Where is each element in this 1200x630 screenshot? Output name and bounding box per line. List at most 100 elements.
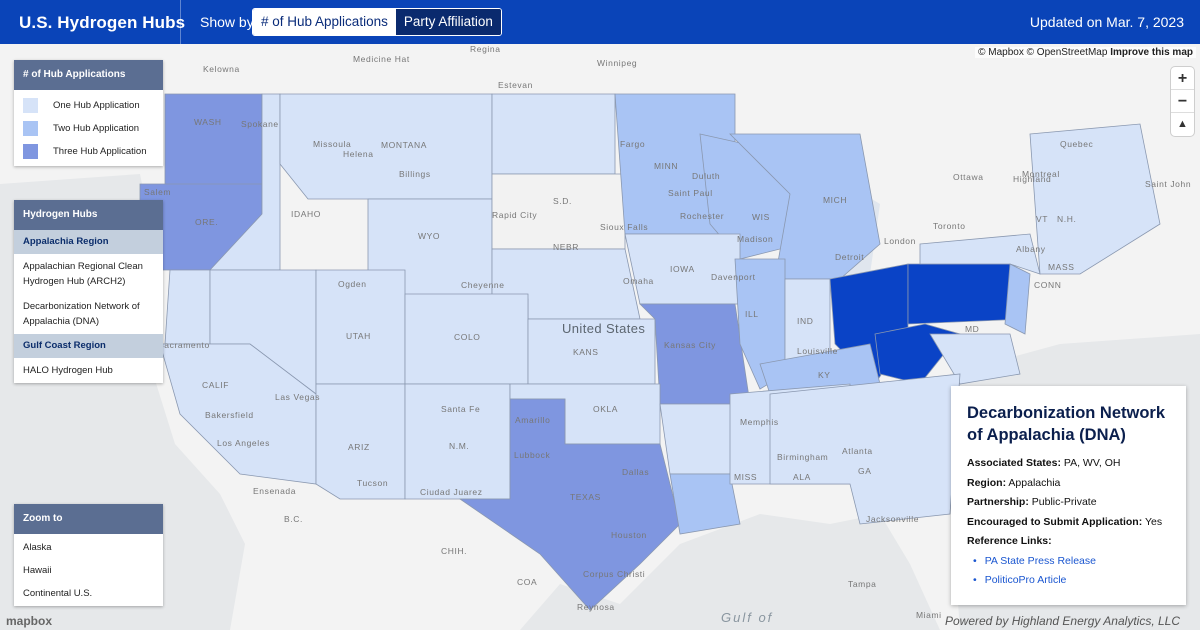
footer-credit: Powered by Highland Energy Analytics, LL…	[944, 614, 1180, 628]
partnership-label: Partnership:	[967, 496, 1029, 508]
politicopro-article-link[interactable]: PoliticoPro Article	[985, 574, 1067, 586]
region-gulf-coast: Gulf Coast Region	[14, 334, 163, 358]
states-label: Associated States:	[967, 457, 1061, 469]
label-mich: MICH	[823, 195, 848, 205]
label-billings: Billings	[399, 169, 431, 179]
osm-attribution-link[interactable]: © OpenStreetMap	[1027, 47, 1108, 58]
encouraged-value: Yes	[1144, 515, 1163, 528]
reference-links-list: PA State Press Release PoliticoPro Artic…	[967, 552, 1170, 591]
zoom-out-button[interactable]: −	[1171, 90, 1194, 113]
hubs-title: Hydrogen Hubs	[14, 200, 163, 230]
label-tucson: Tucson	[357, 478, 389, 488]
label-davenport: Davenport	[711, 272, 756, 282]
show-by-toggle: # of Hub Applications Party Affiliation	[252, 8, 502, 36]
label-minn: MINN	[654, 161, 679, 171]
label-idaho: IDAHO	[291, 209, 321, 219]
label-vt: VT	[1036, 214, 1049, 224]
zoom-to-continental[interactable]: Continental U.S.	[14, 582, 163, 605]
legend-title: # of Hub Applications	[14, 60, 163, 90]
label-santa-fe: Santa Fe	[441, 404, 481, 414]
label-miss: MISS	[734, 472, 758, 482]
legend-label-three: Three Hub Application	[53, 146, 147, 157]
hub-info-states: Associated States: PA, WV, OH	[967, 454, 1170, 474]
show-by-label: Show by	[200, 14, 254, 30]
label-montana: MONTANA	[381, 140, 428, 150]
pa-press-release-link[interactable]: PA State Press Release	[985, 555, 1096, 567]
label-birmingham: Birmingham	[777, 452, 829, 462]
label-kansas-city: Kansas City	[664, 340, 716, 350]
label-quebec: Quebec	[1060, 139, 1094, 149]
states-value: PA, WV, OH	[1063, 457, 1121, 469]
region-value: Appalachia	[1008, 476, 1061, 489]
label-ala: ALA	[793, 472, 811, 482]
encouraged-label: Encouraged to Submit Application:	[967, 515, 1143, 528]
label-iowa: IOWA	[670, 264, 695, 274]
hub-info-card: Decarbonization Network of Appalachia (D…	[951, 386, 1186, 605]
hubs-panel: Hydrogen Hubs Appalachia Region Appalach…	[14, 200, 163, 383]
state-wa	[164, 93, 263, 195]
header-divider	[180, 0, 181, 44]
label-ky: KY	[818, 370, 831, 380]
label-ottawa: Ottawa	[953, 172, 984, 182]
label-bakersfield: Bakersfield	[205, 410, 254, 420]
label-los-angeles: Los Angeles	[217, 438, 270, 448]
map-attribution: © Mapbox © OpenStreetMap Improve this ma…	[975, 47, 1196, 58]
label-madison: Madison	[737, 234, 774, 244]
partnership-value: Public-Private	[1031, 496, 1097, 508]
label-rochester: Rochester	[680, 211, 725, 221]
label-calif: CALIF	[202, 380, 230, 390]
label-colo: COLO	[454, 332, 481, 342]
top-bar: U.S. Hydrogen Hubs Show by # of Hub Appl…	[0, 0, 1200, 44]
label-nm: N.M.	[449, 441, 470, 451]
label-regina: Regina	[470, 44, 501, 54]
label-winnipeg: Winnipeg	[597, 58, 638, 68]
links-label: Reference Links:	[967, 535, 1052, 547]
label-cheyenne: Cheyenne	[461, 280, 505, 290]
label-saint-paul: Saint Paul	[668, 188, 713, 198]
legend-swatch-one	[23, 98, 38, 113]
label-memphis: Memphis	[740, 417, 779, 427]
hub-item-arch2[interactable]: Appalachian Regional Clean Hydrogen Hub …	[14, 254, 163, 294]
label-wyo: WYO	[418, 231, 441, 241]
zoom-to-alaska[interactable]: Alaska	[14, 536, 163, 559]
legend-swatch-three	[23, 144, 38, 159]
hub-item-halo[interactable]: HALO Hydrogen Hub	[14, 358, 163, 383]
hub-item-dna[interactable]: Decarbonization Network of Appalachia (D…	[14, 294, 163, 334]
label-highland: Highland	[1013, 174, 1052, 184]
label-kans: KANS	[573, 347, 599, 357]
mapbox-attribution-link[interactable]: © Mapbox	[978, 47, 1024, 58]
label-corpus-christi: Corpus Christi	[583, 569, 646, 579]
hub-info-partnership: Partnership: Public-Private	[967, 493, 1170, 513]
label-mass: MASS	[1048, 262, 1075, 272]
label-chih: CHIH.	[441, 546, 468, 556]
label-omaha: Omaha	[623, 276, 654, 286]
label-conn: CONN	[1034, 280, 1062, 290]
label-reynosa: Reynosa	[577, 602, 615, 612]
state-nd	[491, 93, 616, 175]
legend-label-one: One Hub Application	[53, 100, 140, 111]
compass-button[interactable]: ▲	[1171, 113, 1194, 136]
legend-swatch-two	[23, 121, 38, 136]
label-dallas: Dallas	[622, 467, 650, 477]
label-albany: Albany	[1016, 244, 1046, 254]
zoom-to-hawaii[interactable]: Hawaii	[14, 559, 163, 582]
label-duluth: Duluth	[692, 171, 721, 181]
zoom-in-button[interactable]: +	[1171, 67, 1194, 90]
toggle-hub-applications[interactable]: # of Hub Applications	[253, 9, 396, 35]
zoom-controls: + − ▲	[1171, 67, 1194, 136]
label-sacramento: Sacramento	[158, 340, 210, 350]
label-md: MD	[965, 324, 980, 334]
hub-info-title: Decarbonization Network of Appalachia (D…	[967, 404, 1166, 444]
label-utah: UTAH	[346, 331, 371, 341]
region-label: Region:	[967, 476, 1007, 489]
label-helena: Helena	[343, 149, 374, 159]
hub-info-links: Reference Links:	[967, 532, 1170, 552]
mapbox-logo[interactable]: mapbox	[6, 614, 52, 628]
label-sioux-falls: Sioux Falls	[600, 222, 649, 232]
improve-map-link[interactable]: Improve this map	[1110, 47, 1193, 58]
label-medicine-hat: Medicine Hat	[353, 54, 410, 64]
label-estevan: Estevan	[498, 80, 533, 90]
label-okla: OKLA	[593, 404, 619, 414]
toggle-party-affiliation[interactable]: Party Affiliation	[395, 9, 501, 35]
hub-info-encouraged: Encouraged to Submit Application: Yes	[967, 513, 1170, 533]
